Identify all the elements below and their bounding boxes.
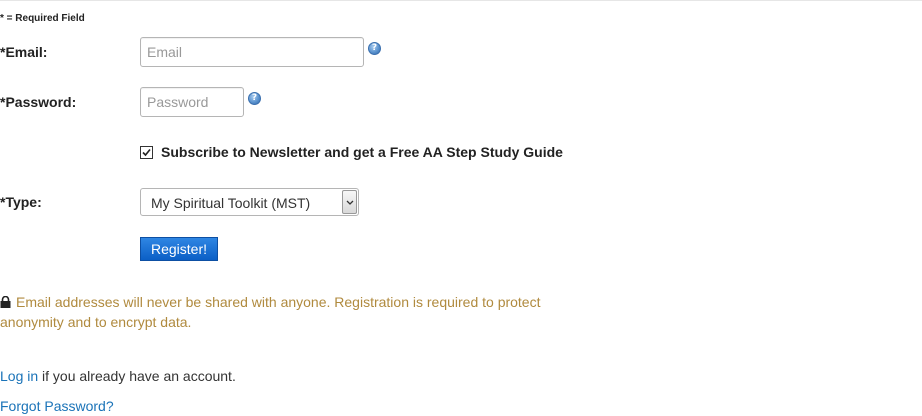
privacy-note: Email addresses will never be shared wit… xyxy=(0,292,570,332)
password-label: *Password: xyxy=(0,94,77,110)
type-label: *Type: xyxy=(0,194,42,210)
question-help-icon[interactable]: ? xyxy=(248,92,261,105)
login-line: Log in if you already have an account. xyxy=(0,368,236,384)
type-select-value: My Spiritual Toolkit (MST) xyxy=(151,195,311,211)
forgot-password-link[interactable]: Forgot Password? xyxy=(0,398,114,414)
subscribe-label[interactable]: Subscribe to Newsletter and get a Free A… xyxy=(161,144,563,160)
chevron-down-icon[interactable] xyxy=(342,190,357,214)
lock-icon xyxy=(0,296,11,308)
subscribe-checkbox[interactable] xyxy=(140,145,153,159)
privacy-text: Email addresses will never be shared wit… xyxy=(0,294,541,330)
type-select[interactable]: My Spiritual Toolkit (MST) xyxy=(140,188,359,216)
top-divider xyxy=(0,0,922,1)
email-input[interactable] xyxy=(140,37,364,67)
question-help-icon[interactable]: ? xyxy=(368,42,381,55)
login-link[interactable]: Log in xyxy=(0,368,38,384)
register-button[interactable]: Register! xyxy=(140,237,218,261)
login-trailing-text: if you already have an account. xyxy=(38,368,236,384)
required-field-note: * = Required Field xyxy=(0,13,85,24)
forgot-line: Forgot Password? xyxy=(0,398,114,414)
subscribe-row: Subscribe to Newsletter and get a Free A… xyxy=(140,144,563,160)
email-label: *Email: xyxy=(0,44,48,60)
password-input[interactable] xyxy=(140,87,244,117)
checkmark-icon xyxy=(142,148,151,156)
